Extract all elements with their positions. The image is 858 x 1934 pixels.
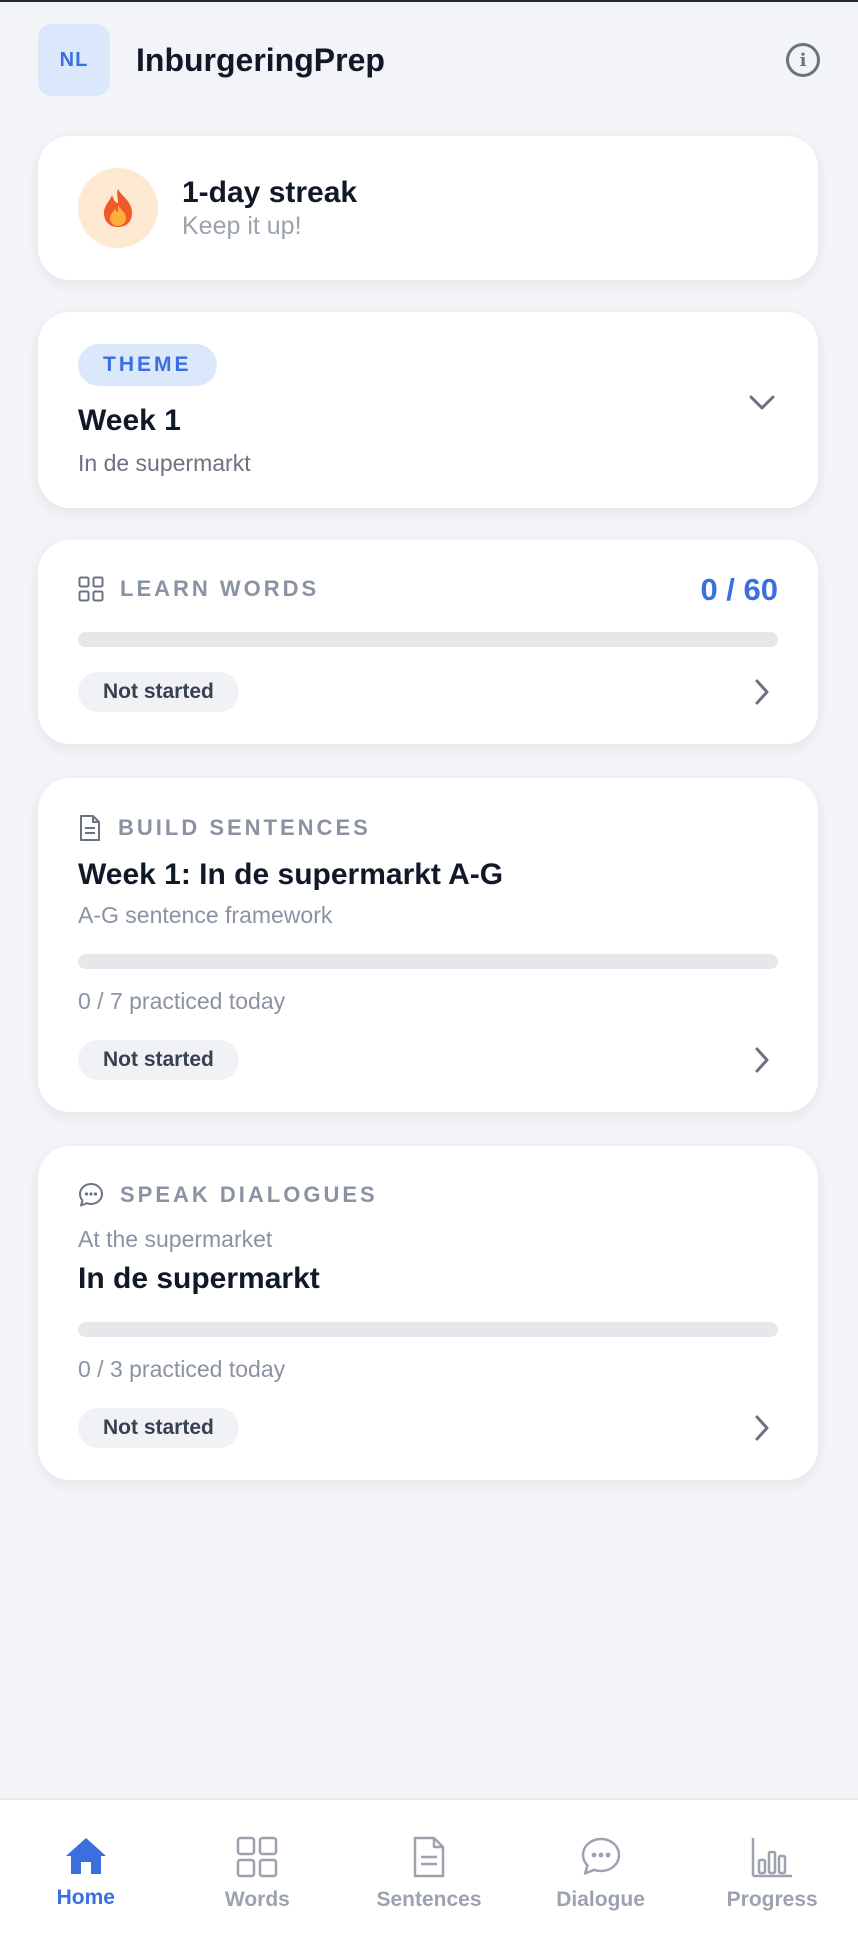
home-icon xyxy=(65,1838,106,1874)
speak-dialogues-card[interactable]: SPEAK DIALOGUES At the supermarket In de… xyxy=(38,1146,818,1480)
app-title: InburgeringPrep xyxy=(136,41,385,78)
chat-bubble-icon xyxy=(581,1837,620,1875)
nav-dialogue-label: Dialogue xyxy=(556,1888,645,1911)
theme-title: Week 1 xyxy=(78,404,181,437)
sentences-practiced-text: 0 / 7 practiced today xyxy=(78,988,286,1014)
learn-words-header: LEARN WORDS xyxy=(78,576,319,602)
bottom-navigation: Home Words Sentences Dialogue Progress xyxy=(0,1798,858,1934)
theme-pill: THEME xyxy=(78,344,217,386)
build-sentences-header: BUILD SENTENCES xyxy=(78,814,371,842)
learn-words-label: LEARN WORDS xyxy=(120,576,320,601)
flame-icon xyxy=(78,168,158,248)
dialogues-progress-bar xyxy=(78,1322,778,1337)
nav-progress[interactable]: Progress xyxy=(686,1800,858,1934)
sentences-subtitle: A-G sentence framework xyxy=(78,902,333,928)
sentences-progress-bar xyxy=(78,954,778,969)
bar-chart-icon xyxy=(751,1838,793,1878)
nav-progress-label: Progress xyxy=(726,1888,818,1911)
words-count: 0 / 60 xyxy=(700,572,778,607)
info-icon[interactable]: i xyxy=(786,43,820,77)
chevron-down-icon xyxy=(749,395,775,410)
nav-words-label: Words xyxy=(224,1888,290,1911)
grid-icon xyxy=(78,576,104,602)
chevron-right-icon xyxy=(755,679,769,705)
theme-subtitle: In de supermarkt xyxy=(78,450,251,476)
app-header: NL InburgeringPrep i xyxy=(38,24,820,96)
nav-words[interactable]: Words xyxy=(172,1800,344,1934)
nav-sentences-label: Sentences xyxy=(376,1888,482,1911)
status-badge: Not started xyxy=(78,1040,239,1080)
app-logo: NL xyxy=(38,24,110,96)
streak-title: 1-day streak xyxy=(182,176,358,209)
document-icon xyxy=(413,1836,445,1878)
dialogues-practiced-text: 0 / 3 practiced today xyxy=(78,1356,286,1382)
learn-words-card[interactable]: LEARN WORDS 0 / 60 Not started xyxy=(38,540,818,744)
grid-icon xyxy=(237,1836,278,1878)
top-border xyxy=(0,0,858,2)
nav-home[interactable]: Home xyxy=(0,1800,172,1934)
nav-dialogue[interactable]: Dialogue xyxy=(515,1800,687,1934)
chevron-right-icon xyxy=(755,1415,769,1441)
speak-dialogues-label: SPEAK DIALOGUES xyxy=(120,1182,378,1207)
sentences-title: Week 1: In de supermarkt A-G xyxy=(78,858,504,891)
chevron-right-icon xyxy=(755,1047,769,1073)
document-icon xyxy=(80,815,100,841)
speak-dialogues-header: SPEAK DIALOGUES xyxy=(78,1182,378,1208)
dialogues-title: In de supermarkt xyxy=(78,1262,320,1295)
theme-selector[interactable]: THEME Week 1 In de supermarkt xyxy=(38,312,818,508)
build-sentences-card[interactable]: BUILD SENTENCES Week 1: In de supermarkt… xyxy=(38,778,818,1112)
streak-card: 1-day streak Keep it up! xyxy=(38,136,818,280)
dialogues-subtitle: At the supermarket xyxy=(78,1226,273,1252)
status-badge: Not started xyxy=(78,672,239,712)
nav-home-label: Home xyxy=(56,1886,115,1909)
nav-sentences[interactable]: Sentences xyxy=(343,1800,515,1934)
words-progress-bar xyxy=(78,632,778,647)
streak-subtitle: Keep it up! xyxy=(182,212,302,240)
status-badge: Not started xyxy=(78,1408,239,1448)
build-sentences-label: BUILD SENTENCES xyxy=(118,815,371,840)
chat-bubble-icon xyxy=(79,1183,103,1207)
